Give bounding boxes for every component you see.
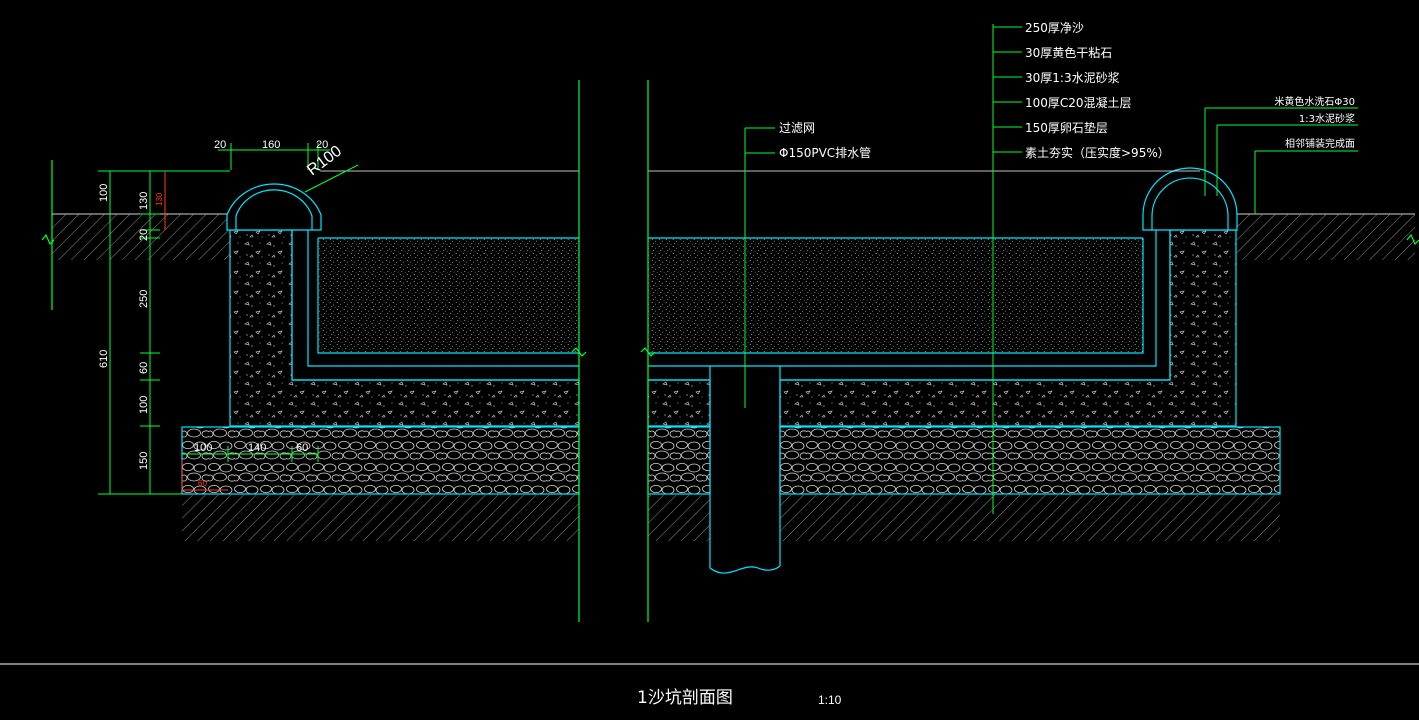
edge-label: 1:3水泥砂浆 bbox=[1299, 112, 1355, 125]
dim-top-left: 20 bbox=[214, 139, 226, 151]
dim-vertical-mid: 250 bbox=[138, 290, 150, 308]
dim-vertical-mid: 60 bbox=[138, 362, 150, 374]
filter-mesh-label: 过滤网 bbox=[779, 121, 815, 135]
layer-callouts: 250厚净沙 30厚黄色干粘石 30厚1:3水泥砂浆 100厚C20混凝土层 1… bbox=[1025, 21, 1170, 160]
layer-label: 250厚净沙 bbox=[1025, 21, 1084, 35]
edge-label: 相邻铺装完成面 bbox=[1285, 137, 1355, 150]
dim-vertical-left: 100 bbox=[98, 184, 110, 202]
dim-bottom: 140 bbox=[248, 442, 266, 454]
dim-vertical-left: 20 bbox=[138, 229, 150, 241]
drain-callouts: 过滤网 Φ150PVC排水管 bbox=[779, 121, 871, 160]
dim-vertical-mid: 150 bbox=[138, 452, 150, 470]
drain-pipe-label: Φ150PVC排水管 bbox=[779, 145, 871, 160]
layer-label: 150厚卵石垫层 bbox=[1025, 120, 1108, 135]
dim-red-bottom: 60 bbox=[198, 479, 207, 488]
drawing-scale: 1:10 bbox=[818, 693, 842, 707]
edge-label: 米黄色水洗石Φ30 bbox=[1274, 95, 1355, 108]
layer-label: 30厚1:3水泥砂浆 bbox=[1025, 70, 1120, 85]
dim-vertical-mid: 100 bbox=[138, 396, 150, 414]
layer-label: 素土夯实（压实度>95%） bbox=[1025, 145, 1170, 160]
layer-label: 100厚C20混凝土层 bbox=[1025, 95, 1132, 110]
layer-label: 30厚黄色干粘石 bbox=[1025, 45, 1112, 60]
dim-bottom: 100 bbox=[194, 442, 212, 454]
dim-bottom: 60 bbox=[296, 442, 308, 454]
drawing-title: 1沙坑剖面图 bbox=[637, 688, 733, 708]
edge-callouts: 米黄色水洗石Φ30 1:3水泥砂浆 相邻铺装完成面 bbox=[1274, 95, 1355, 150]
dim-vertical-mid: 130 bbox=[138, 192, 150, 210]
pebble-layer bbox=[181, 426, 1281, 495]
dim-vertical-outer: 610 bbox=[98, 350, 110, 368]
dim-top-mid: 160 bbox=[262, 139, 280, 151]
section-drawing: 250厚净沙 30厚黄色干粘石 30厚1:3水泥砂浆 100厚C20混凝土层 1… bbox=[0, 21, 1419, 708]
curb-right bbox=[1142, 167, 1238, 231]
sand-fill bbox=[318, 237, 1143, 353]
dim-red-vertical: 130 bbox=[155, 192, 164, 206]
